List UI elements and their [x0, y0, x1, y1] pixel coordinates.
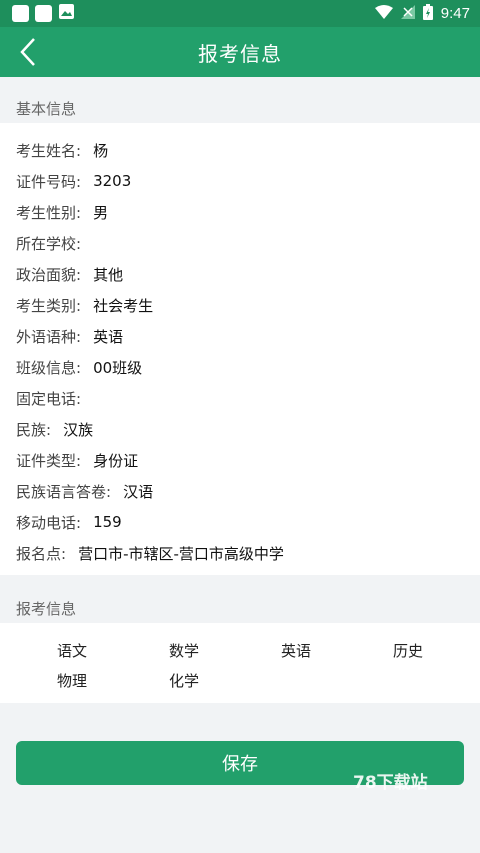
subject-item: 语文 — [56, 642, 87, 660]
info-label: 考生类别: — [16, 296, 82, 315]
basic-info-card: 考生姓名: 杨证件号码: 3203 考生性别: 男所在学校: 政治面貌: 其他 考生类别: 社会… — [0, 123, 480, 575]
image-icon — [58, 3, 75, 24]
info-label: 所在学校: — [16, 234, 82, 253]
info-row: 外语语种: 英语 — [16, 325, 123, 347]
status-bar: 9:47 — [0, 0, 480, 27]
subject-item: 物理 — [56, 672, 87, 690]
info-value: 身份证 — [93, 451, 139, 470]
app-bar: 报考信息 — [0, 27, 480, 77]
info-row: 证件号码: 3203 — [16, 170, 131, 192]
wifi-icon — [374, 4, 393, 23]
watermark: 78下载站 — [353, 773, 428, 793]
info-label: 考生性别: — [16, 203, 82, 222]
subject-item: 历史 — [392, 642, 423, 660]
info-label: 政治面貌: — [16, 265, 82, 284]
info-value: 营口市-市辖区-营口市高级中学 — [78, 544, 284, 563]
info-row: 报名点: 营口市-市辖区-营口市高级中学 — [16, 542, 284, 564]
info-label: 证件类型: — [16, 451, 82, 470]
back-button[interactable] — [8, 27, 48, 77]
info-label: 班级信息: — [16, 358, 82, 377]
subject-card: 语文 数学 英语 历史物理 化学 — [0, 623, 480, 703]
info-label: 固定电话: — [16, 389, 82, 408]
info-label: 民族: — [16, 420, 52, 439]
info-value: 汉语 — [123, 482, 154, 501]
info-row: 移动电话: 159 — [16, 511, 122, 533]
info-value: 杨 — [93, 141, 109, 160]
info-label: 考生姓名: — [16, 141, 82, 160]
notification-icon — [35, 5, 52, 22]
info-label: 外语语种: — [16, 327, 82, 346]
info-row: 考生类别: 社会考生 — [16, 294, 153, 316]
page-title: 报考信息 — [198, 41, 282, 66]
chevron-left-icon — [20, 38, 35, 66]
info-value: 其他 — [93, 265, 124, 284]
info-value: 00班级 — [93, 358, 143, 377]
status-time: 9:47 — [440, 5, 470, 22]
info-value: 英语 — [93, 327, 124, 346]
info-row: 考生性别: 男 — [16, 201, 108, 223]
subject-item: 英语 — [280, 642, 311, 660]
info-row: 证件类型: 身份证 — [16, 449, 138, 471]
info-label: 报名点: — [16, 544, 67, 563]
info-row: 政治面貌: 其他 — [16, 263, 123, 285]
info-label: 移动电话: — [16, 513, 82, 532]
signal-icon — [400, 4, 415, 23]
battery-icon — [422, 3, 433, 24]
subject-item: 数学 — [168, 642, 199, 660]
info-value: 男 — [93, 203, 109, 222]
info-row: 民族: 汉族 — [16, 418, 93, 440]
info-row: 所在学校: — [16, 232, 93, 254]
info-value: 3203 — [93, 172, 132, 190]
info-label: 证件号码: — [16, 172, 82, 191]
info-row: 固定电话: — [16, 387, 93, 409]
notification-icon — [12, 5, 29, 22]
info-label: 民族语言答卷: — [16, 482, 112, 501]
subject-item: 化学 — [168, 672, 199, 690]
info-row: 民族语言答卷: 汉语 — [16, 480, 153, 502]
info-value: 汉族 — [63, 420, 94, 439]
info-row: 考生姓名: 杨 — [16, 139, 108, 161]
info-value: 社会考生 — [93, 296, 154, 315]
info-row: 班级信息: 00班级 — [16, 356, 142, 378]
info-value: 159 — [93, 513, 122, 531]
